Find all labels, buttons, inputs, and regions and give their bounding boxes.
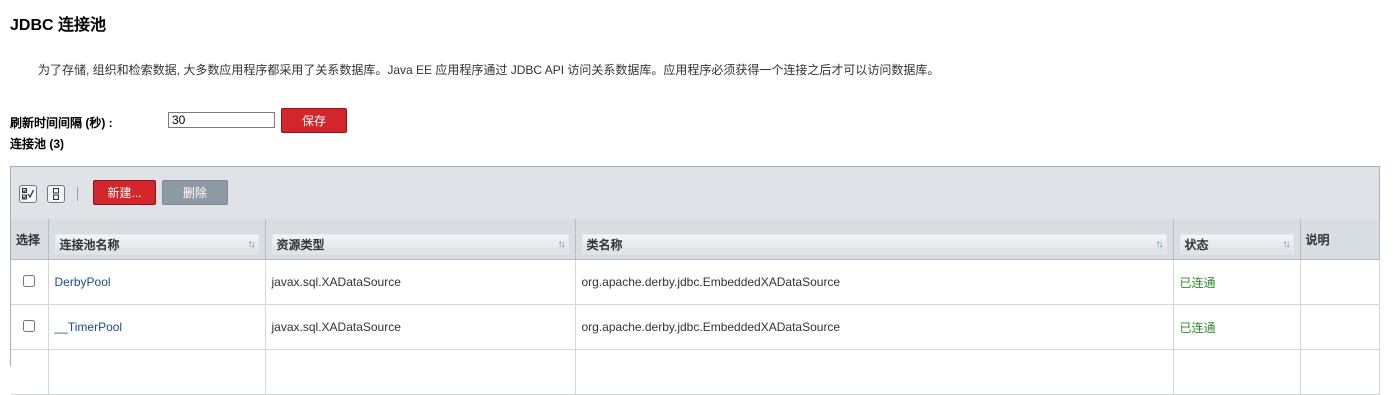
sort-icon[interactable]: ↑↓ [1156,239,1164,250]
pool-name-cell: DerbyPool [48,259,266,305]
table-row: DerbyPool javax.sql.XADataSource org.apa… [11,259,1380,305]
status-text: 已连通 [1179,275,1216,290]
column-header-status-label: 状态 [1184,237,1209,252]
refresh-interval-label: 刷新时间间隔 (秒) : [10,116,113,130]
delete-pool-button[interactable]: 删除 [162,180,228,205]
column-header-select: 选择 [11,219,49,260]
column-header-name-label: 连接池名称 [59,237,120,252]
sort-icon[interactable]: ↑↓ [1283,239,1291,250]
class-name-cell: org.apache.derby.jdbc.EmbeddedXADataSour… [575,259,1174,305]
row-checkbox[interactable] [23,319,36,332]
table-row: __TimerPool javax.sql.XADataSource org.a… [11,304,1380,350]
class-name-cell: org.apache.derby.jdbc.EmbeddedXADataSour… [575,304,1174,350]
row-select-cell [11,259,49,305]
table-header-row: 选择 连接池名称 ↑↓ 资源类型 ↑↓ 类名称 ↑↓ 状态 ↑↓ 说明 [11,219,1380,260]
page-title: JDBC 连接池 [10,17,107,34]
status-cell: 已连通 [1173,304,1301,350]
row-select-cell [11,304,49,350]
pool-count-heading: 连接池 (3) [10,137,65,151]
pool-name-cell: __TimerPool [48,304,266,350]
column-header-class-name-label: 类名称 [586,237,623,252]
column-header-resource-type[interactable]: 资源类型 ↑↓ [265,219,576,260]
description-cell [1300,304,1380,350]
description-cell [1300,259,1380,305]
select-all-icon[interactable] [19,185,37,203]
save-button[interactable]: 保存 [281,108,347,133]
sort-icon[interactable]: ↑↓ [248,239,256,250]
status-text: 已连通 [1179,320,1216,335]
status-cell: 已连通 [1173,259,1301,305]
connection-pool-table: 新建... 删除 选择 连接池名称 ↑↓ 资源类型 ↑↓ 类名称 ↑↓ 状态 ↑… [10,166,1380,395]
table-toolbar: 新建... 删除 [11,167,1379,220]
deselect-all-icon[interactable] [47,185,65,203]
page-description: 为了存储, 组织和检索数据, 大多数应用程序都采用了关系数据库。Java EE … [38,63,940,77]
toolbar-separator [77,187,78,201]
column-header-resource-type-label: 资源类型 [276,237,325,252]
resource-type-cell: javax.sql.XADataSource [265,259,576,305]
new-pool-button[interactable]: 新建... [93,180,156,205]
refresh-interval-input[interactable] [168,112,275,128]
column-header-status[interactable]: 状态 ↑↓ [1173,219,1301,260]
pool-name-link[interactable]: DerbyPool [55,275,111,289]
row-checkbox[interactable] [23,274,36,287]
column-header-name[interactable]: 连接池名称 ↑↓ [48,219,266,260]
column-header-class-name[interactable]: 类名称 ↑↓ [575,219,1174,260]
pool-grid: 选择 连接池名称 ↑↓ 资源类型 ↑↓ 类名称 ↑↓ 状态 ↑↓ 说明 DerbyPo [11,219,1380,395]
sort-icon[interactable]: ↑↓ [558,239,566,250]
table-row [11,349,1380,395]
column-header-description: 说明 [1300,219,1380,260]
pool-name-link[interactable]: __TimerPool [55,320,123,334]
resource-type-cell: javax.sql.XADataSource [265,304,576,350]
